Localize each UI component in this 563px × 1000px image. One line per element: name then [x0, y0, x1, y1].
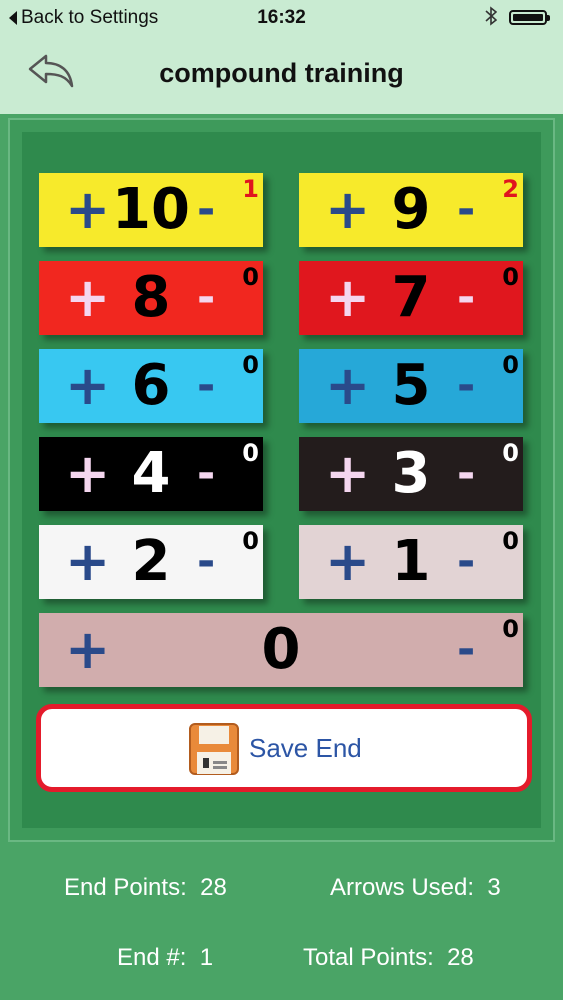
score-button-3: +3-0: [299, 437, 523, 511]
decrement-button[interactable]: -: [197, 173, 215, 247]
end-points-stat: End Points: 28: [64, 874, 227, 902]
total-points-label: Total Points:: [303, 944, 434, 971]
score-count: 0: [502, 351, 519, 379]
score-button-2: +2-0: [39, 525, 263, 599]
score-count: 0: [502, 527, 519, 555]
score-button-4: +4-0: [39, 437, 263, 511]
decrement-button[interactable]: -: [197, 349, 215, 423]
end-number-stat: End #: 1: [117, 944, 213, 972]
score-value: 9: [391, 177, 431, 242]
arrows-used-value: 3: [487, 874, 501, 901]
score-value: 0: [261, 617, 301, 682]
score-count: 0: [242, 263, 259, 291]
end-number-value: 1: [199, 944, 214, 971]
score-count: 2: [502, 175, 519, 203]
nav-bar: compound training: [0, 34, 563, 114]
save-end-button[interactable]: Save End: [36, 704, 532, 792]
score-button-10: +10-1: [39, 173, 263, 247]
score-button-0: +0-0: [39, 613, 523, 687]
total-points-value: 28: [447, 944, 474, 971]
total-points-stat: Total Points: 28: [303, 944, 474, 972]
battery-icon: [509, 10, 550, 25]
score-count: 0: [502, 615, 519, 643]
score-count: 0: [502, 439, 519, 467]
decrement-button[interactable]: -: [457, 437, 475, 511]
decrement-button[interactable]: -: [197, 261, 215, 335]
decrement-button[interactable]: -: [457, 349, 475, 423]
end-number-label: End #:: [117, 944, 187, 971]
end-points-value: 28: [200, 874, 227, 901]
score-count: 0: [242, 351, 259, 379]
score-value: 2: [131, 529, 171, 594]
score-value: 5: [391, 353, 431, 418]
score-button-7: +7-0: [299, 261, 523, 335]
score-value: 6: [131, 353, 171, 418]
score-value: 10: [112, 177, 190, 242]
score-button-6: +6-0: [39, 349, 263, 423]
bluetooth-icon: [485, 6, 498, 31]
end-points-label: End Points:: [64, 874, 187, 901]
decrement-button[interactable]: -: [457, 261, 475, 335]
status-time: 16:32: [257, 7, 306, 28]
arrows-used-stat: Arrows Used: 3: [330, 874, 501, 902]
arrows-used-label: Arrows Used:: [330, 874, 475, 901]
decrement-button[interactable]: -: [197, 525, 215, 599]
save-end-label: Save End: [249, 733, 362, 763]
decrement-button[interactable]: -: [457, 525, 475, 599]
score-count: 1: [242, 175, 259, 203]
score-button-9: +9-2: [299, 173, 523, 247]
status-bar: Back to Settings 16:32: [0, 0, 563, 34]
decrement-button[interactable]: -: [197, 437, 215, 511]
score-button-8: +8-0: [39, 261, 263, 335]
score-value: 8: [131, 265, 171, 330]
score-button-5: +5-0: [299, 349, 523, 423]
decrement-button[interactable]: -: [457, 613, 475, 687]
score-value: 7: [391, 265, 431, 330]
score-count: 0: [242, 527, 259, 555]
score-count: 0: [242, 439, 259, 467]
decrement-button[interactable]: -: [457, 173, 475, 247]
score-count: 0: [502, 263, 519, 291]
page-title: compound training: [159, 58, 404, 88]
floppy-disk-icon: [189, 723, 239, 775]
score-value: 1: [391, 529, 431, 594]
score-value: 3: [391, 441, 431, 506]
score-value: 4: [131, 441, 171, 506]
score-button-1: +1-0: [299, 525, 523, 599]
